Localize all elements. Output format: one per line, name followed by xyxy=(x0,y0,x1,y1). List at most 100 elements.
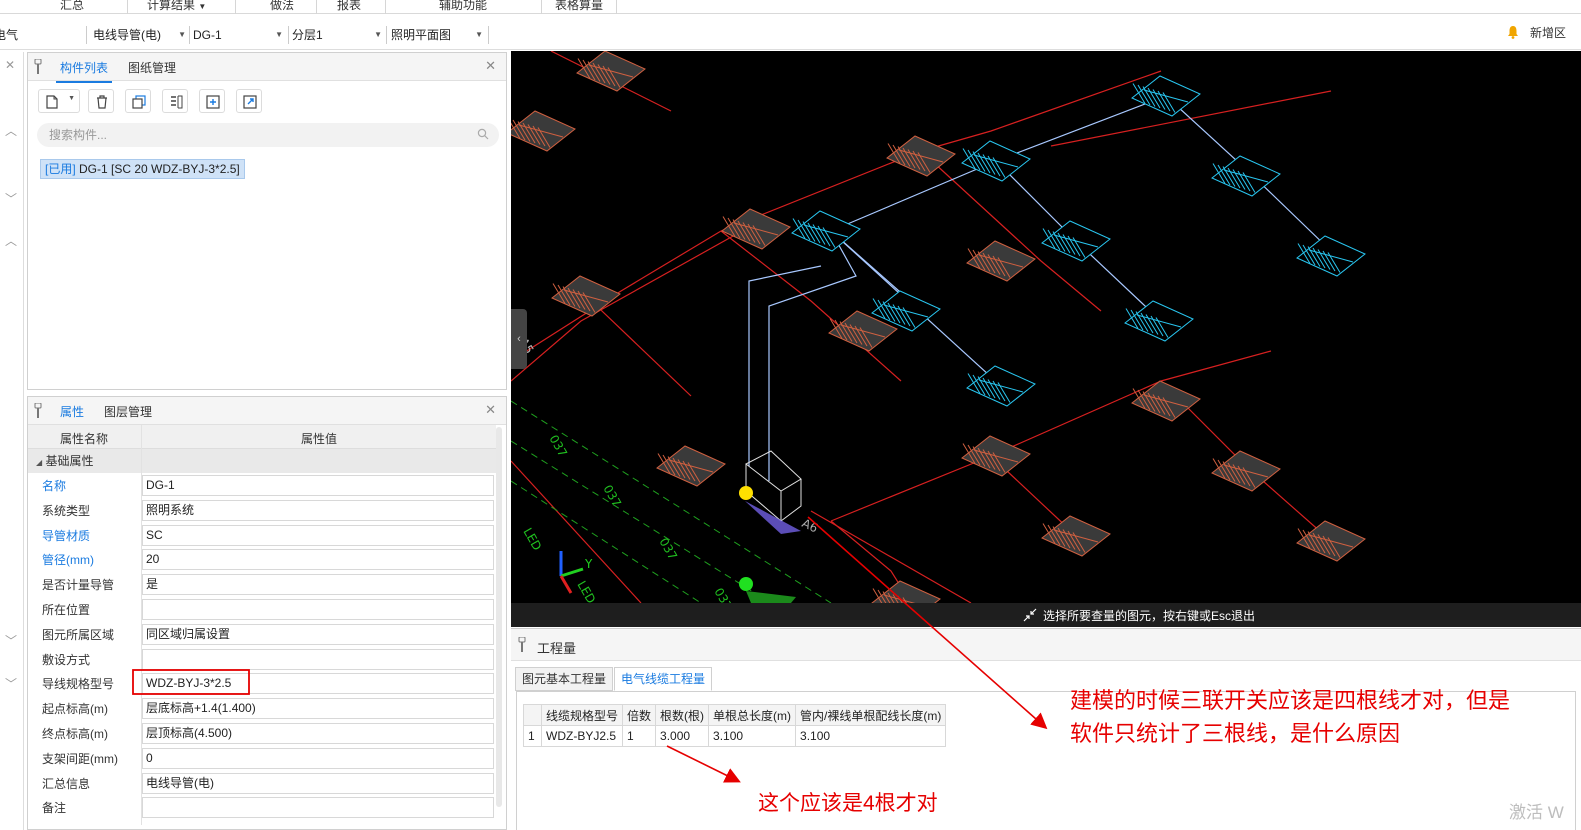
property-row[interactable]: 是否计量导管 是 xyxy=(28,572,496,597)
type-select[interactable]: 电线导管(电) ▼ xyxy=(93,24,188,46)
drag-grip-icon[interactable] xyxy=(34,59,42,75)
left-collapsed-strip: ✕ ︿ ﹀ ︿ ﹀ ﹀ xyxy=(0,52,24,830)
property-row[interactable]: 系统类型 照明系统 xyxy=(28,498,496,523)
new-component-button[interactable]: ▼ xyxy=(38,89,80,113)
property-value-field[interactable]: 是 xyxy=(142,574,494,596)
tab-drawing-management[interactable]: 图纸管理 xyxy=(128,59,176,76)
drag-grip-icon[interactable] xyxy=(34,403,42,419)
cad-label: A6 xyxy=(800,516,820,535)
tab-properties[interactable]: 属性 xyxy=(55,403,89,427)
chevron-down-icon[interactable]: ﹀ xyxy=(5,632,17,649)
property-row[interactable]: 汇总信息 电线导管(电) xyxy=(28,771,496,796)
component-search-input[interactable]: 搜索构件... xyxy=(37,123,499,147)
switch-shade xyxy=(745,501,801,534)
layer-value: 分层1 xyxy=(292,28,323,42)
tab-layer-management[interactable]: 图层管理 xyxy=(104,403,152,420)
cell-count: 3.000 xyxy=(655,725,710,747)
layer-select[interactable]: 分层1 ▼ xyxy=(292,24,384,46)
property-row[interactable]: 管径(mm) 20 xyxy=(28,547,496,572)
light-fixture-symbol xyxy=(1296,520,1366,562)
selector-separator xyxy=(488,26,489,44)
property-row[interactable]: 终点标高(m) 层顶标高(4.500) xyxy=(28,721,496,746)
menu-report[interactable]: 报表 xyxy=(337,0,361,13)
property-value-field[interactable]: 20 xyxy=(142,549,494,571)
menu-aux-functions[interactable]: 辅助功能 xyxy=(439,0,487,13)
property-value-field[interactable]: 层顶标高(4.500) xyxy=(142,723,494,744)
new-area-button[interactable]: 新增区 xyxy=(1530,24,1566,41)
property-value-field[interactable]: 照明系统 xyxy=(142,499,494,521)
tab-component-list[interactable]: 构件列表 xyxy=(55,59,113,83)
property-row[interactable]: 敷设方式 xyxy=(28,647,496,672)
component-select[interactable]: DG-1 ▼ xyxy=(193,24,285,46)
close-icon[interactable]: ✕ xyxy=(5,58,15,72)
property-row[interactable]: 图元所属区域 同区域归属设置 xyxy=(28,622,496,647)
property-name: 导线规格型号 xyxy=(42,677,115,692)
activation-watermark: 激活 W xyxy=(1509,803,1564,822)
export-button[interactable] xyxy=(236,89,262,113)
menu-summary[interactable]: 汇总 xyxy=(60,0,84,13)
property-row[interactable]: 备注 xyxy=(28,795,496,820)
property-value-field[interactable]: 0 xyxy=(142,747,494,769)
property-value-field[interactable] xyxy=(142,599,494,620)
property-group[interactable]: ◢ 基础属性 xyxy=(28,449,496,473)
property-row[interactable]: 起点标高(m) 层底标高+1.4(1.400) xyxy=(28,696,496,721)
note-annotation: 这个应该是4根才对 xyxy=(758,792,938,815)
bell-icon[interactable] xyxy=(1507,25,1519,39)
column-header-inner-length: 管内/裸线单根配线长度(m) xyxy=(795,704,947,726)
property-value-field[interactable] xyxy=(142,648,494,670)
selected-fixture-symbol xyxy=(791,210,861,252)
chevron-down-icon: ▼ xyxy=(374,30,382,39)
cad-status-bar: 选择所要查量的图元，按右键或Esc退出 xyxy=(511,603,1581,627)
question-annotation-line2: 软件只统计了三根线，是什么原因 xyxy=(1070,721,1401,746)
property-row[interactable]: 名称 DG-1 xyxy=(28,473,496,498)
search-icon[interactable] xyxy=(477,128,489,140)
drawing-value: 照明平面图 xyxy=(391,28,452,42)
discipline-select[interactable]: 电气 xyxy=(0,24,80,46)
collapse-panel-button[interactable]: ‹ xyxy=(511,309,527,369)
property-row[interactable]: 支架间距(mm) 0 xyxy=(28,746,496,771)
property-name: 汇总信息 xyxy=(42,776,91,791)
property-value-field[interactable]: SC xyxy=(142,524,494,546)
component-item-label: DG-1 [SC 20 WDZ-BYJ-3*2.5] xyxy=(79,162,240,176)
component-list-item[interactable]: [已用] DG-1 [SC 20 WDZ-BYJ-3*2.5] xyxy=(40,159,245,179)
cad-drawing[interactable]: Y A5 037 037 037 037 LED LED A6 A6 xyxy=(511,51,1581,622)
chevron-up-icon[interactable]: ︿ xyxy=(5,122,17,139)
property-row[interactable]: 导线规格型号 WDZ-BYJ-3*2.5 xyxy=(28,671,496,696)
property-scrollbar[interactable] xyxy=(496,427,502,807)
switch-3d-box xyxy=(745,450,802,522)
property-value-field[interactable] xyxy=(142,797,494,819)
menu-method[interactable]: 做法 xyxy=(270,0,294,13)
drag-grip-icon[interactable] xyxy=(518,637,526,653)
property-value-field[interactable]: 同区域归属设置 xyxy=(142,623,494,645)
chevron-down-icon[interactable]: ﹀ xyxy=(5,675,17,692)
table-row[interactable]: 1 WDZ-BYJ2.5 1 3.000 3.100 3.100 xyxy=(523,725,947,747)
property-value-field[interactable]: DG-1 xyxy=(142,475,494,496)
chevron-down-icon[interactable]: ﹀ xyxy=(5,190,17,207)
property-value-field[interactable]: 层底标高+1.4(1.400) xyxy=(142,698,494,720)
column-header-multiple: 倍数 xyxy=(622,704,657,726)
property-value-field[interactable]: WDZ-BYJ-3*2.5 xyxy=(142,673,494,695)
cad-viewport[interactable]: Y A5 037 037 037 037 LED LED A6 A6 ‹ 选择所… xyxy=(511,51,1581,627)
top-menu-bar: 汇总 计算结果 ▼ 做法 报表 辅助功能 表格算量 xyxy=(0,0,1581,14)
close-icon[interactable]: ✕ xyxy=(485,58,496,74)
delete-button[interactable] xyxy=(88,89,114,113)
copy-icon xyxy=(132,95,146,109)
close-icon[interactable]: ✕ xyxy=(485,402,496,418)
property-row[interactable]: 所在位置 xyxy=(28,597,496,622)
drawing-select[interactable]: 照明平面图 ▼ xyxy=(391,24,485,46)
layer-copy-button[interactable] xyxy=(162,89,188,113)
chevron-down-icon: ▼ xyxy=(275,30,283,39)
property-name: 备注 xyxy=(42,801,67,816)
copy-button[interactable] xyxy=(125,89,151,113)
chevron-up-icon[interactable]: ︿ xyxy=(5,232,17,249)
selector-separator xyxy=(386,26,387,44)
menu-separator xyxy=(616,0,617,14)
property-row[interactable]: 导管材质 SC xyxy=(28,523,496,548)
menu-table-calc[interactable]: 表格算量 xyxy=(555,0,603,13)
used-tag: [已用] xyxy=(45,162,76,176)
property-value-field[interactable]: 电线导管(电) xyxy=(142,772,494,794)
import-button[interactable] xyxy=(199,89,225,113)
menu-calc-result[interactable]: 计算结果 ▼ xyxy=(147,0,206,13)
tab-cable-quantity[interactable]: 电气线缆工程量 xyxy=(614,667,713,691)
tab-basic-quantity[interactable]: 图元基本工程量 xyxy=(515,667,614,691)
